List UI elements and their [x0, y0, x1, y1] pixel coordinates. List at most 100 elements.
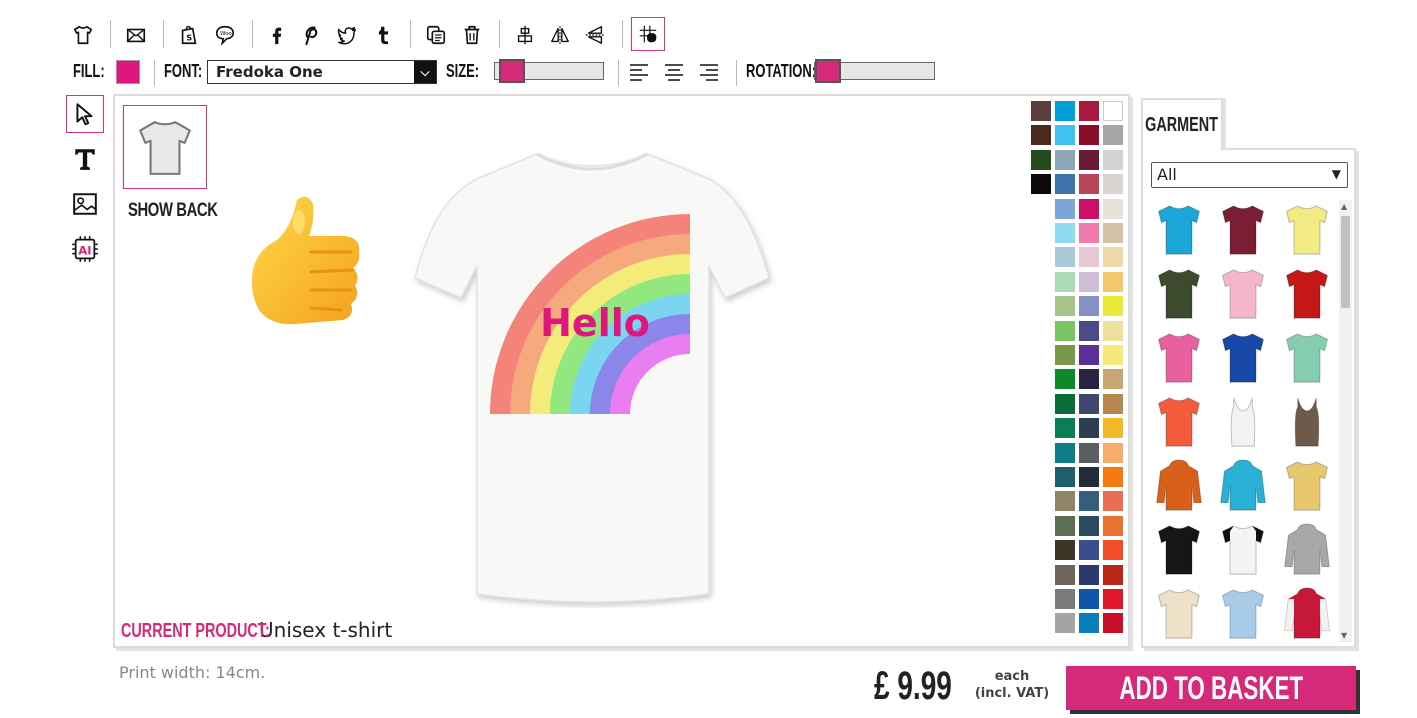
color-swatch[interactable] — [1103, 393, 1123, 414]
color-swatch[interactable] — [1055, 369, 1075, 390]
color-swatch[interactable] — [1079, 296, 1099, 317]
color-swatch[interactable] — [1055, 589, 1075, 609]
color-swatch[interactable] — [1079, 540, 1099, 561]
garment-item-tshirt-olive[interactable] — [1151, 264, 1207, 324]
align-center-icon[interactable] — [663, 62, 685, 82]
color-swatch[interactable] — [1055, 296, 1075, 317]
grid-snap-icon[interactable] — [631, 17, 665, 51]
color-swatch[interactable] — [1055, 223, 1075, 243]
thumbs-up-sticker[interactable] — [249, 192, 369, 342]
chat-bubble-icon[interactable]: Woo — [210, 20, 240, 50]
align-right-icon[interactable] — [698, 62, 720, 82]
color-swatch[interactable] — [1031, 149, 1051, 170]
garment-filter-select[interactable]: All ▼ — [1151, 162, 1348, 188]
color-swatch[interactable] — [1055, 174, 1075, 195]
color-swatch[interactable] — [1055, 393, 1075, 414]
color-swatch[interactable] — [1103, 442, 1123, 463]
garment-item-hoodie-turquoise[interactable] — [1215, 456, 1271, 516]
color-swatch[interactable] — [1079, 418, 1099, 439]
color-swatch[interactable] — [1103, 198, 1123, 219]
color-swatch[interactable] — [1055, 564, 1075, 585]
color-swatch[interactable] — [1079, 101, 1099, 121]
color-swatch[interactable] — [1079, 271, 1099, 292]
garment-item-womens-tshirt-pink[interactable] — [1151, 328, 1207, 388]
garment-item-tshirt-dip-dye-blue[interactable] — [1215, 584, 1271, 644]
color-swatch[interactable] — [1079, 393, 1099, 414]
garment-item-tshirt-maroon[interactable] — [1215, 200, 1271, 260]
color-swatch[interactable] — [1103, 101, 1123, 121]
color-swatch[interactable] — [1079, 345, 1099, 365]
color-swatch[interactable] — [1103, 564, 1123, 585]
color-swatch[interactable] — [1103, 369, 1123, 390]
color-swatch[interactable] — [1103, 271, 1123, 292]
ai-tool-icon[interactable]: AI — [66, 230, 104, 268]
add-to-basket-button[interactable]: ADD TO BASKET — [1066, 666, 1356, 710]
color-swatch[interactable] — [1079, 564, 1099, 585]
color-swatch[interactable] — [1055, 101, 1075, 121]
color-swatch[interactable] — [1103, 125, 1123, 146]
tumblr-icon[interactable] — [368, 20, 398, 50]
duplicate-icon[interactable] — [421, 20, 451, 50]
flip-horizontal-icon[interactable] — [545, 20, 575, 50]
color-swatch[interactable] — [1103, 223, 1123, 243]
fill-color-swatch[interactable] — [116, 60, 140, 84]
product-tshirt-front[interactable]: Hello — [407, 148, 777, 608]
garment-item-hoodie-grey[interactable] — [1279, 520, 1335, 580]
color-swatch[interactable] — [1103, 467, 1123, 487]
color-swatch[interactable] — [1079, 320, 1099, 341]
color-swatch[interactable] — [1079, 589, 1099, 609]
color-swatch[interactable] — [1079, 198, 1099, 219]
color-swatch[interactable] — [1103, 589, 1123, 609]
color-swatch[interactable] — [1103, 247, 1123, 268]
color-swatch[interactable] — [1079, 467, 1099, 487]
color-swatch[interactable] — [1031, 101, 1051, 121]
flip-vertical-icon[interactable] — [580, 20, 610, 50]
size-slider-handle[interactable] — [499, 59, 526, 83]
color-swatch[interactable] — [1103, 491, 1123, 512]
garment-item-tshirt-royal-blue[interactable] — [1215, 328, 1271, 388]
shopify-icon[interactable]: S — [174, 20, 204, 50]
color-swatch[interactable] — [1031, 174, 1051, 195]
color-swatch[interactable] — [1055, 613, 1075, 634]
design-canvas[interactable]: SHOW BACK Hello CURRENT PRODUCT:Unisex t… — [113, 94, 1130, 648]
color-swatch[interactable] — [1079, 515, 1099, 536]
color-swatch[interactable] — [1103, 540, 1123, 561]
color-swatch[interactable] — [1103, 613, 1123, 634]
color-swatch[interactable] — [1055, 247, 1075, 268]
align-left-icon[interactable] — [628, 62, 650, 82]
color-swatch[interactable] — [1079, 369, 1099, 390]
color-swatch[interactable] — [1103, 515, 1123, 536]
color-swatch[interactable] — [1103, 149, 1123, 170]
scroll-down-icon[interactable]: ▼ — [1341, 631, 1347, 640]
color-swatch[interactable] — [1055, 271, 1075, 292]
email-icon[interactable] — [121, 20, 151, 50]
trash-icon[interactable] — [457, 20, 487, 50]
color-swatch[interactable] — [1055, 149, 1075, 170]
color-swatch[interactable] — [1055, 345, 1075, 365]
garment-item-tshirt-natural[interactable] — [1151, 584, 1207, 644]
garment-item-tshirt-tie-dye[interactable] — [1279, 456, 1335, 516]
color-swatch[interactable] — [1055, 320, 1075, 341]
color-swatch[interactable] — [1055, 198, 1075, 219]
garment-item-tshirt-mint[interactable] — [1279, 328, 1335, 388]
garment-item-tshirt-pink[interactable] — [1215, 264, 1271, 324]
facebook-icon[interactable] — [262, 20, 292, 50]
color-swatch[interactable] — [1079, 174, 1099, 195]
garment-item-tshirt-yellow[interactable] — [1279, 200, 1335, 260]
text-tool-icon[interactable] — [66, 140, 104, 178]
garment-item-womens-tshirt-coral[interactable] — [1151, 392, 1207, 452]
size-slider[interactable] — [494, 59, 604, 83]
font-select[interactable]: Fredoka One ⌵ — [207, 60, 437, 84]
garment-item-tshirt-black[interactable] — [1151, 520, 1207, 580]
color-swatch[interactable] — [1079, 491, 1099, 512]
color-swatch[interactable] — [1103, 345, 1123, 365]
color-swatch[interactable] — [1103, 174, 1123, 195]
color-swatch[interactable] — [1079, 613, 1099, 634]
color-swatch[interactable] — [1055, 125, 1075, 146]
color-swatch[interactable] — [1079, 149, 1099, 170]
garment-scrollbar[interactable]: ▲ ▼ — [1339, 200, 1352, 642]
rotation-slider-handle[interactable] — [815, 59, 841, 83]
garment-item-tank-top-white[interactable] — [1215, 392, 1271, 452]
color-swatch[interactable] — [1055, 540, 1075, 561]
garment-item-tshirt-red[interactable] — [1279, 264, 1335, 324]
